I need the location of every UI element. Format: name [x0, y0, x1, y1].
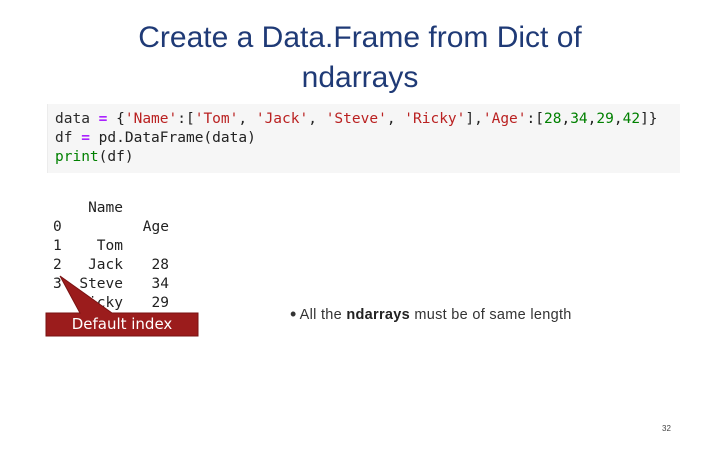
bullet-dot-icon: • [290, 304, 297, 324]
bullet-text-bold: ndarrays [346, 307, 411, 323]
callout-shape [45, 275, 199, 337]
bullet-point: • All the ndarrays must be of same length [290, 304, 572, 325]
page-number: 32 [662, 424, 671, 433]
bullet-text-end: must be of same length [410, 307, 572, 323]
bullet-text-start: All the [299, 307, 347, 323]
default-index-label: Default index [71, 315, 173, 333]
